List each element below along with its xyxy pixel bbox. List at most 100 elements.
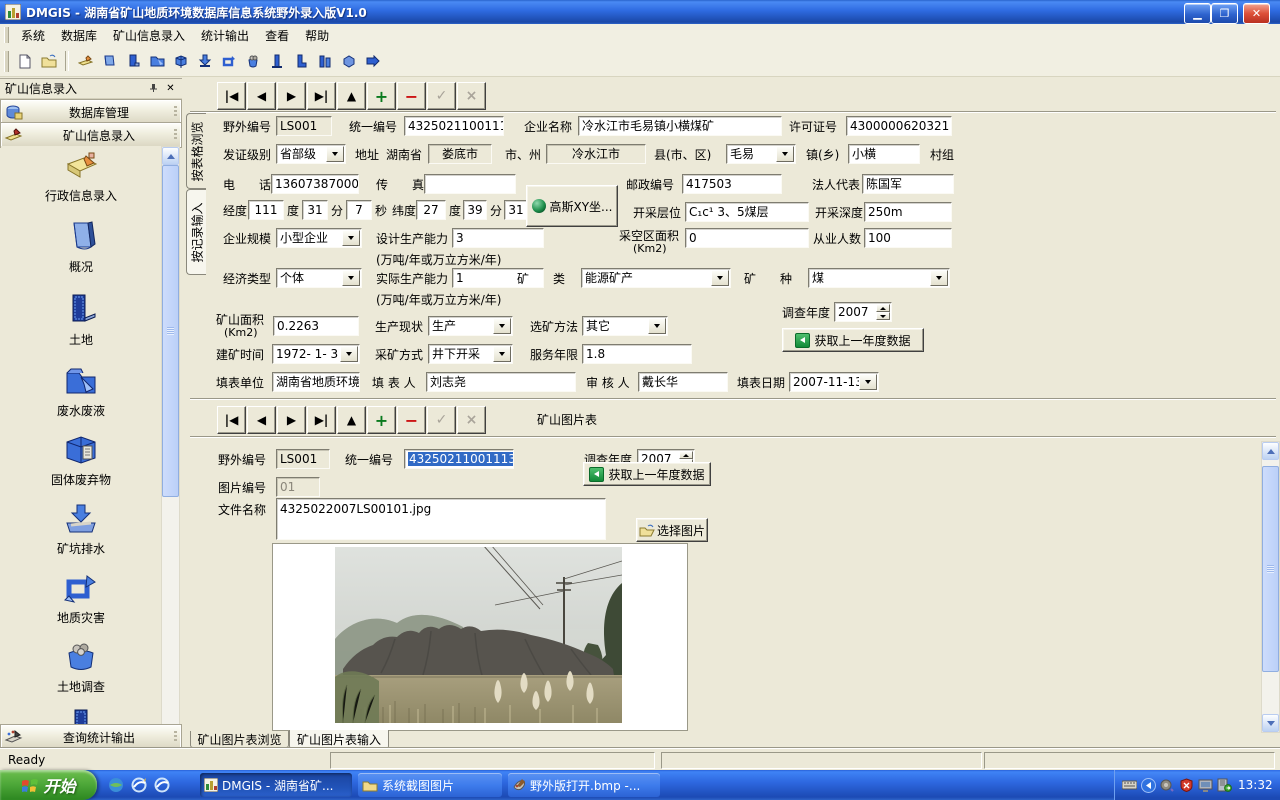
dropdown-arrow-icon[interactable] (493, 346, 511, 362)
sidebar-item-overview[interactable]: 概况 (6, 219, 156, 274)
sidebar-item-land-survey[interactable]: 土地调查 (6, 641, 156, 694)
lat-min-input[interactable]: 39 (463, 200, 487, 220)
file-name-input[interactable]: 4325022007LS00101.jpg (276, 498, 606, 540)
fax-input[interactable] (424, 174, 516, 194)
city-input[interactable]: 娄底市 (428, 144, 492, 164)
mine-kind-select[interactable]: 煤 (808, 268, 950, 288)
lat-deg-input[interactable]: 27 (416, 200, 446, 220)
dropdown-arrow-icon[interactable] (859, 374, 877, 390)
start-button[interactable]: 开始 (0, 770, 97, 800)
pic-nav-next-button[interactable]: ▶ (277, 406, 306, 434)
gauss-xy-button[interactable]: 高斯XY坐... (526, 185, 618, 227)
dropdown-arrow-icon[interactable] (776, 146, 794, 162)
pic-nav-first-button[interactable]: |◀ (217, 406, 246, 434)
twin-towers-icon[interactable] (314, 50, 336, 72)
dropdown-arrow-icon[interactable] (493, 318, 511, 334)
survey-year-spinner[interactable]: 2007 (834, 302, 892, 322)
scroll-down-button[interactable] (1262, 714, 1279, 732)
group-database-management[interactable]: 数据库管理 (1, 100, 181, 124)
unified-no-input[interactable]: 43250211001113 (404, 116, 504, 136)
nav-cancel-button[interactable]: × (457, 82, 486, 110)
dropdown-arrow-icon[interactable] (648, 318, 666, 334)
cert-level-select[interactable]: 省部级 (276, 144, 346, 164)
lat-sec-input[interactable]: 31 (504, 200, 528, 220)
close-button[interactable]: ✕ (1243, 3, 1270, 24)
sidebar-item-admin-info[interactable]: 行政信息录入 (6, 152, 156, 203)
mining-layer-input[interactable]: C₁c¹ 3、5煤层 (685, 202, 809, 222)
quicklaunch-browser-icon[interactable] (152, 775, 172, 795)
spinner-buttons[interactable] (876, 304, 890, 320)
enterprise-input[interactable]: 冷水江市毛易镇小横煤矿 (578, 116, 782, 136)
fill-date-select[interactable]: 2007-11-13 (789, 372, 879, 392)
task-paint-bmp[interactable]: 野外版打开.bmp -... (508, 773, 660, 797)
choose-picture-button[interactable]: 选择图片 (636, 518, 708, 542)
update-tray-icon[interactable] (1216, 777, 1232, 793)
dropdown-arrow-icon[interactable] (342, 270, 360, 286)
pic-field-no-input[interactable]: LS001 (276, 449, 330, 469)
close-panel-icon[interactable]: ✕ (163, 81, 178, 95)
dropdown-arrow-icon[interactable] (711, 270, 729, 286)
license-input[interactable]: 4300000620321 (846, 116, 952, 136)
lon-sec-input[interactable]: 7 (346, 200, 372, 220)
language-bar-icon[interactable] (1140, 777, 1156, 793)
sidebar-scrollbar[interactable] (161, 146, 180, 800)
keyboard-tray-icon[interactable] (1121, 777, 1137, 793)
pic-get-previous-year-button[interactable]: 获取上一年度数据 (583, 462, 711, 486)
pic-nav-post-button[interactable]: ✓ (427, 406, 456, 434)
sidebar-item-solid-waste[interactable]: 固体废弃物 (6, 434, 156, 487)
mine-area-input[interactable]: 0.2263 (273, 316, 359, 336)
drainage-tray-icon[interactable] (194, 50, 216, 72)
pic-nav-cancel-button[interactable]: × (457, 406, 486, 434)
minimize-button[interactable]: ▁ (1184, 3, 1211, 24)
production-status-select[interactable]: 生产 (428, 316, 513, 336)
scroll-thumb[interactable] (162, 165, 179, 497)
group-mine-info-entry[interactable]: 矿山信息录入 (1, 123, 181, 147)
survey-bucket-icon[interactable] (242, 50, 264, 72)
wastewater-folder-icon[interactable] (146, 50, 168, 72)
dropdown-arrow-icon[interactable] (326, 146, 344, 162)
volume-tray-icon[interactable] (1159, 777, 1175, 793)
menu-help[interactable]: 帮助 (297, 25, 337, 46)
exit-arrow-icon[interactable] (362, 50, 384, 72)
quicklaunch-desktop-icon[interactable] (106, 775, 126, 795)
town-input[interactable]: 小横 (848, 144, 920, 164)
mining-depth-input[interactable]: 250m (864, 202, 952, 222)
legal-rep-input[interactable]: 陈国军 (862, 174, 954, 194)
sidebar-item-pit-drainage[interactable]: 矿坑排水 (6, 503, 156, 556)
pin-icon[interactable] (146, 81, 161, 95)
nav-last-button[interactable]: ▶| (307, 82, 336, 110)
pic-nav-prev-button[interactable]: ◀ (247, 406, 276, 434)
tab-picture-browse[interactable]: 矿山图片表浏览 (190, 731, 289, 748)
splitter[interactable] (182, 78, 186, 748)
task-dmgis[interactable]: DMGIS - 湖南省矿... (200, 773, 352, 797)
menu-system[interactable]: 系统 (13, 25, 53, 46)
workers-input[interactable]: 100 (864, 228, 952, 248)
pic-nav-refresh-button[interactable]: ▲ (337, 406, 366, 434)
scroll-thumb[interactable] (1262, 466, 1279, 672)
admin-edit-icon[interactable] (74, 50, 96, 72)
storage-box-icon[interactable] (338, 50, 360, 72)
nav-refresh-button[interactable]: ▲ (337, 82, 366, 110)
scroll-up-button[interactable] (1262, 442, 1279, 460)
nav-insert-button[interactable]: + (367, 82, 396, 110)
filler-input[interactable]: 刘志尧 (426, 372, 576, 392)
quicklaunch-ie-icon[interactable] (129, 775, 149, 795)
menu-database[interactable]: 数据库 (53, 25, 105, 46)
lon-min-input[interactable]: 31 (302, 200, 328, 220)
nav-first-button[interactable]: |◀ (217, 82, 246, 110)
postal-input[interactable]: 417503 (682, 174, 782, 194)
new-file-icon[interactable] (14, 50, 36, 72)
antivirus-shield-icon[interactable] (1178, 777, 1194, 793)
mine-class-select[interactable]: 能源矿产 (581, 268, 731, 288)
display-tray-icon[interactable] (1197, 777, 1213, 793)
prefecture-input[interactable]: 冷水江市 (546, 144, 646, 164)
service-years-input[interactable]: 1.8 (582, 344, 692, 364)
sidebar-item-land[interactable]: 土地 (6, 292, 156, 347)
land-building-icon[interactable] (122, 50, 144, 72)
county-select[interactable]: 毛易 (726, 144, 796, 164)
dropdown-arrow-icon[interactable] (342, 230, 360, 246)
dressing-method-select[interactable]: 其它 (582, 316, 668, 336)
fill-unit-input[interactable]: 湖南省地质环境 (272, 372, 360, 392)
nav-prev-button[interactable]: ◀ (247, 82, 276, 110)
restore-button[interactable]: ❐ (1211, 3, 1238, 24)
